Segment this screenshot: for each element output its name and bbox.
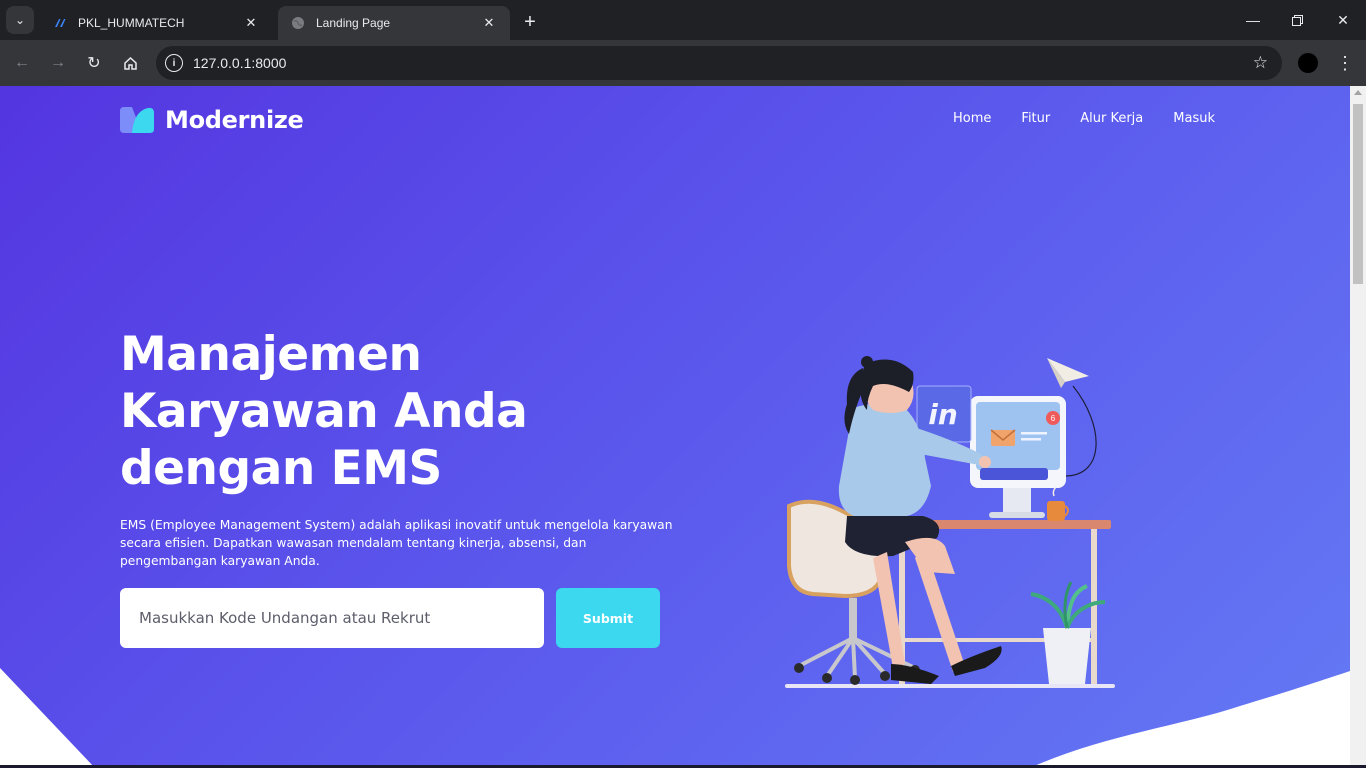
nav-link-masuk[interactable]: Masuk	[1173, 111, 1215, 126]
main-nav: Home Fitur Alur Kerja Masuk	[953, 111, 1215, 126]
close-window-icon[interactable]: ✕	[1331, 8, 1355, 32]
browser-toolbar: ← → ↻ i 127.0.0.1:8000 ☆ ⋮	[0, 40, 1366, 86]
site-info-icon[interactable]: i	[165, 54, 183, 72]
profile-avatar[interactable]	[1298, 53, 1318, 73]
close-icon[interactable]: ✕	[480, 14, 498, 32]
brand-name: Modernize	[165, 106, 304, 134]
nav-link-home[interactable]: Home	[953, 111, 991, 126]
restore-icon[interactable]	[1285, 8, 1309, 32]
coffee-mug	[1047, 501, 1065, 521]
browser-tab-bar: ⌄ PKL_HUMMATECH ✕ Landing Page ✕ + — ✕	[0, 0, 1366, 40]
hummatech-icon	[52, 15, 68, 31]
tab-search-button[interactable]: ⌄	[6, 6, 34, 34]
close-icon[interactable]: ✕	[242, 14, 260, 32]
minimize-icon[interactable]: —	[1241, 8, 1265, 32]
scroll-thumb[interactable]	[1353, 104, 1363, 284]
tab-title: Landing Page	[316, 16, 391, 30]
url-text[interactable]: 127.0.0.1:8000	[193, 55, 286, 71]
nav-link-fitur[interactable]: Fitur	[1021, 111, 1050, 126]
browser-tab-active[interactable]: Landing Page ✕	[278, 6, 510, 40]
page-viewport: Modernize Home Fitur Alur Kerja Masuk Ma…	[0, 86, 1366, 768]
svg-text:in: in	[928, 398, 958, 431]
back-arrow-icon[interactable]: ←	[10, 51, 34, 75]
hero-description: EMS (Employee Management System) adalah …	[120, 518, 673, 568]
hero-illustration: 6 in	[785, 356, 1115, 688]
svg-text:6: 6	[1051, 414, 1056, 423]
nav-link-alur-kerja[interactable]: Alur Kerja	[1080, 111, 1143, 126]
browser-tab[interactable]: PKL_HUMMATECH ✕	[40, 6, 272, 40]
page-scrollbar[interactable]	[1350, 86, 1366, 768]
floor-line	[785, 684, 1115, 688]
more-menu-icon[interactable]: ⋮	[1336, 50, 1354, 76]
bookmark-star-icon[interactable]: ☆	[1253, 53, 1268, 73]
brand-logo[interactable]: Modernize	[120, 106, 304, 134]
chevron-down-icon: ⌄	[14, 13, 26, 27]
search-bar-graphic	[980, 468, 1048, 480]
hero-headline: Manajemen Karyawan Anda dengan EMS	[120, 327, 528, 496]
scroll-up-arrow-icon[interactable]	[1354, 90, 1362, 95]
submit-button[interactable]: Submit	[556, 588, 660, 648]
tab-title: PKL_HUMMATECH	[78, 16, 185, 30]
logo-icon	[120, 107, 154, 133]
home-icon[interactable]	[118, 51, 142, 75]
globe-icon	[290, 15, 306, 31]
paper-plane-icon	[1047, 358, 1089, 388]
reload-icon[interactable]: ↻	[82, 51, 106, 75]
invite-code-input[interactable]	[120, 588, 544, 648]
forward-arrow-icon[interactable]: →	[46, 51, 70, 75]
hero-section: Modernize Home Fitur Alur Kerja Masuk Ma…	[0, 86, 1350, 768]
new-tab-button[interactable]: +	[518, 10, 542, 34]
address-bar[interactable]: i 127.0.0.1:8000 ☆	[156, 46, 1282, 80]
